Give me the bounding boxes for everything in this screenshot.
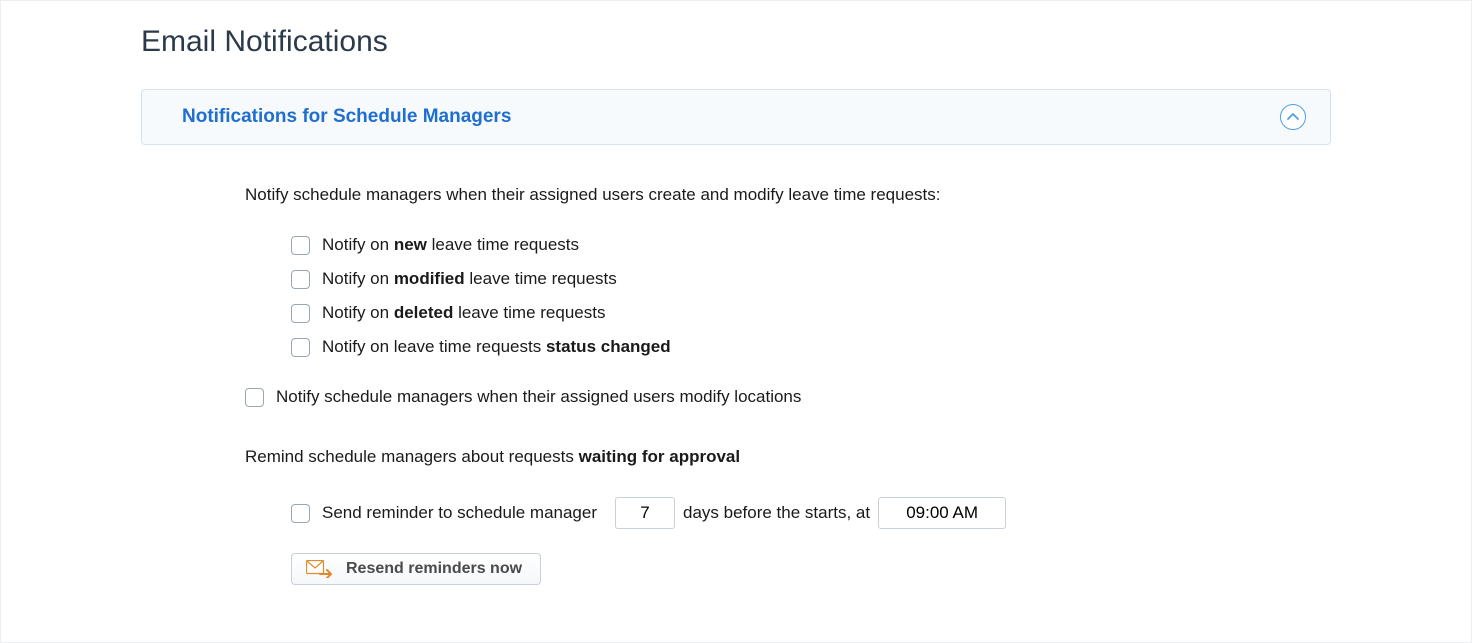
option-send-reminder: Send reminder to schedule manager days b…: [245, 497, 1331, 529]
accordion-header-schedule-managers[interactable]: Notifications for Schedule Managers: [141, 89, 1331, 145]
label-notify-deleted: Notify on deleted leave time requests: [322, 303, 605, 323]
input-reminder-days[interactable]: [615, 497, 675, 529]
chevron-up-icon: [1280, 104, 1306, 130]
checkbox-notify-modified[interactable]: [291, 270, 310, 289]
label-notify-locations: Notify schedule managers when their assi…: [276, 387, 801, 407]
option-notify-modified: Notify on modified leave time requests: [291, 269, 1331, 289]
checkbox-notify-new[interactable]: [291, 236, 310, 255]
label-send-reminder-mid: days before the starts, at: [683, 503, 870, 523]
option-notify-locations: Notify schedule managers when their assi…: [245, 387, 1331, 407]
checkbox-send-reminder[interactable]: [291, 504, 310, 523]
resend-reminders-button[interactable]: Resend reminders now: [291, 553, 541, 585]
intro-leave-requests: Notify schedule managers when their assi…: [245, 185, 1331, 205]
accordion-body: Notify schedule managers when their assi…: [141, 145, 1331, 585]
option-notify-deleted: Notify on deleted leave time requests: [291, 303, 1331, 323]
resend-reminders-label: Resend reminders now: [346, 560, 522, 578]
option-notify-new: Notify on new leave time requests: [291, 235, 1331, 255]
option-notify-status-changed: Notify on leave time requests status cha…: [291, 337, 1331, 357]
label-send-reminder-before: Send reminder to schedule manager: [322, 503, 597, 523]
label-notify-modified: Notify on modified leave time requests: [322, 269, 617, 289]
label-notify-new: Notify on new leave time requests: [322, 235, 579, 255]
checkbox-notify-locations[interactable]: [245, 388, 264, 407]
checkbox-notify-status-changed[interactable]: [291, 338, 310, 357]
mail-arrow-icon: [306, 560, 334, 578]
checkbox-notify-deleted[interactable]: [291, 304, 310, 323]
page-title: Email Notifications: [141, 25, 1331, 59]
accordion-title: Notifications for Schedule Managers: [182, 106, 511, 128]
input-reminder-time[interactable]: [878, 497, 1006, 529]
label-notify-status-changed: Notify on leave time requests status cha…: [322, 337, 671, 357]
intro-remind-approval: Remind schedule managers about requests …: [245, 447, 1331, 467]
